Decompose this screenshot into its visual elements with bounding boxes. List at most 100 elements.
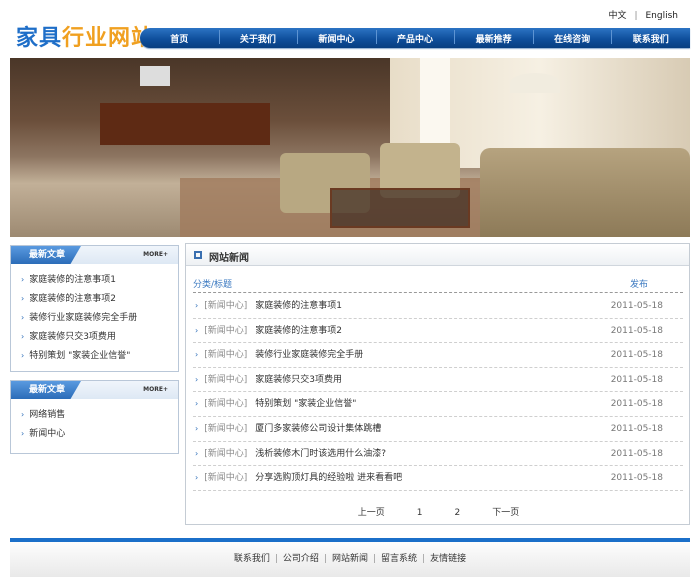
news-date: 2011-05-18 — [610, 473, 663, 484]
footer-separator: | — [323, 554, 327, 564]
footer-link-news[interactable]: 网站新闻 — [332, 554, 368, 564]
arrow-right-icon: › — [21, 429, 25, 438]
news-category[interactable]: [新闻中心] — [204, 350, 247, 360]
column-date: 发布 — [630, 280, 649, 290]
sidebar-box-header: 最新文章 MORE+ — [11, 381, 178, 399]
news-title[interactable]: 家庭装修只交3项费用 — [255, 375, 342, 385]
news-column-header: 分类/标题 发布 — [193, 277, 683, 293]
news-title[interactable]: 浅析装修木门时该选用什么油漆? — [255, 449, 386, 459]
news-row[interactable]: › [新闻中心] 家庭装修只交3项费用 2011-05-18 — [193, 368, 683, 393]
sidebar-box-header: 最新文章 MORE+ — [11, 246, 178, 264]
list-item[interactable]: › 装修行业家庭装修完全手册 — [21, 308, 178, 327]
sidebar-list: › 网络销售 › 新闻中心 — [11, 399, 178, 445]
news-row[interactable]: › [新闻中心] 特别策划 "家装企业信誉" 2011-05-18 — [193, 392, 683, 417]
arrow-right-icon: › — [195, 399, 199, 409]
news-category[interactable]: [新闻中心] — [204, 449, 247, 459]
news-date: 2011-05-18 — [610, 374, 663, 385]
lang-separator: | — [634, 11, 638, 21]
news-list: › [新闻中心] 家庭装修的注意事项1 2011-05-18 › [新闻中心] 家庭装修的… — [193, 294, 683, 491]
footer-link-about[interactable]: 公司介绍 — [283, 554, 319, 564]
sidebar-list: › 家庭装修的注意事项1 › 家庭装修的注意事项2 › 装修行业家庭装修完全手册 › 家… — [11, 264, 178, 367]
news-row[interactable]: › [新闻中心] 浅析装修木门时该选用什么油漆? 2011-05-18 — [193, 442, 683, 467]
news-title[interactable]: 特别策划 "家装企业信誉" — [255, 399, 356, 409]
banner-image — [10, 58, 690, 237]
list-item[interactable]: › 家庭装修只交3项费用 — [21, 327, 178, 346]
list-item[interactable]: › 家庭装修的注意事项2 — [21, 289, 178, 308]
nav-recommend[interactable]: 最新推荐 — [454, 29, 533, 45]
news-category[interactable]: [新闻中心] — [204, 375, 247, 385]
list-item[interactable]: › 家庭装修的注意事项1 — [21, 270, 178, 289]
news-row[interactable]: › [新闻中心] 家庭装修的注意事项1 2011-05-18 — [193, 294, 683, 319]
pagination: 上一页 1 2 下一页 — [186, 505, 691, 518]
arrow-right-icon: › — [195, 423, 199, 433]
news-category[interactable]: [新闻中心] — [204, 301, 247, 311]
news-date: 2011-05-18 — [610, 325, 663, 336]
list-item[interactable]: › 新闻中心 — [21, 424, 178, 443]
news-title[interactable]: 装修行业家庭装修完全手册 — [255, 350, 363, 360]
news-date: 2011-05-18 — [610, 448, 663, 459]
nav-consult[interactable]: 在线咨询 — [532, 29, 612, 45]
news-panel: 网站新闻 分类/标题 发布 › [新闻中心] 家庭装修的注意事项1 2011-05-1… — [185, 243, 690, 525]
nav-home[interactable]: 首页 — [140, 32, 219, 45]
arrow-right-icon: › — [21, 332, 25, 341]
nav-contact[interactable]: 联系我们 — [611, 29, 690, 45]
column-category-title: 分类/标题 — [193, 280, 233, 290]
news-title[interactable]: 家庭装修的注意事项1 — [255, 301, 342, 311]
footer-separator: | — [373, 554, 377, 564]
square-bullet-icon — [194, 251, 202, 259]
arrow-right-icon: › — [21, 275, 25, 284]
news-title[interactable]: 家庭装修的注意事项2 — [255, 326, 342, 336]
news-panel-header: 网站新闻 — [186, 244, 689, 266]
news-row[interactable]: › [新闻中心] 家庭装修的注意事项2 2011-05-18 — [193, 319, 683, 344]
footer-link-contact[interactable]: 联系我们 — [234, 554, 270, 564]
sidebar-categories: 最新文章 MORE+ › 网络销售 › 新闻中心 — [10, 380, 179, 454]
nav-products[interactable]: 产品中心 — [375, 29, 455, 45]
news-date: 2011-05-18 — [610, 301, 663, 311]
page-2-link[interactable]: 2 — [455, 508, 461, 518]
news-title[interactable]: 厦门多家装修公司设计集体跳槽 — [255, 424, 381, 434]
more-link[interactable]: MORE+ — [143, 251, 168, 258]
nav-news[interactable]: 新闻中心 — [297, 29, 376, 45]
page-1-link[interactable]: 1 — [417, 508, 423, 518]
arrow-right-icon: › — [195, 350, 199, 360]
sidebar-box-title: 最新文章 — [11, 246, 81, 264]
nav-about[interactable]: 关于我们 — [218, 29, 298, 45]
prev-page-link[interactable]: 上一页 — [358, 508, 385, 518]
arrow-right-icon: › — [195, 301, 199, 310]
arrow-right-icon: › — [21, 294, 25, 303]
sidebar-box-title: 最新文章 — [11, 381, 81, 399]
news-date: 2011-05-18 — [610, 423, 663, 434]
news-panel-title: 网站新闻 — [209, 253, 249, 264]
arrow-right-icon: › — [21, 313, 25, 322]
list-item[interactable]: › 特别策划 "家装企业信誉" — [21, 346, 178, 365]
news-category[interactable]: [新闻中心] — [204, 399, 247, 409]
logo-text-part1: 家具 — [16, 26, 63, 51]
site-logo[interactable]: 家具行业网站 — [16, 20, 154, 52]
sidebar-latest-articles: 最新文章 MORE+ › 家庭装修的注意事项1 › 家庭装修的注意事项2 › 装修行业… — [10, 245, 179, 372]
footer-separator: | — [274, 554, 278, 564]
main-nav: 首页 关于我们 新闻中心 产品中心 最新推荐 在线咨询 联系我们 — [140, 28, 690, 48]
list-item[interactable]: › 网络销售 — [21, 405, 178, 424]
arrow-right-icon: › — [21, 410, 25, 419]
footer: 联系我们 | 公司介绍 | 网站新闻 | 留言系统 | 友情链接 — [10, 538, 690, 577]
news-category[interactable]: [新闻中心] — [204, 473, 247, 483]
footer-separator: | — [422, 554, 426, 564]
news-date: 2011-05-18 — [610, 399, 663, 410]
news-category[interactable]: [新闻中心] — [204, 326, 247, 336]
news-row[interactable]: › [新闻中心] 分享选购顶灯具的经验啦 进来看看吧 2011-05-18 — [193, 466, 683, 491]
more-link[interactable]: MORE+ — [143, 386, 168, 393]
footer-link-guestbook[interactable]: 留言系统 — [381, 554, 417, 564]
next-page-link[interactable]: 下一页 — [492, 508, 519, 518]
news-row[interactable]: › [新闻中心] 厦门多家装修公司设计集体跳槽 2011-05-18 — [193, 417, 683, 442]
news-date: 2011-05-18 — [610, 350, 663, 361]
arrow-right-icon: › — [195, 473, 199, 483]
footer-link-friends[interactable]: 友情链接 — [430, 554, 466, 564]
lang-english-link[interactable]: English — [646, 11, 679, 21]
arrow-right-icon: › — [195, 448, 199, 458]
news-category[interactable]: [新闻中心] — [204, 424, 247, 434]
news-row[interactable]: › [新闻中心] 装修行业家庭装修完全手册 2011-05-18 — [193, 343, 683, 368]
arrow-right-icon: › — [21, 351, 25, 360]
lang-chinese-link[interactable]: 中文 — [608, 11, 626, 21]
news-title[interactable]: 分享选购顶灯具的经验啦 进来看看吧 — [255, 473, 402, 483]
header: 家具行业网站 中文 | English 首页 关于我们 新闻中心 产品中心 最新推荐… — [0, 0, 700, 58]
